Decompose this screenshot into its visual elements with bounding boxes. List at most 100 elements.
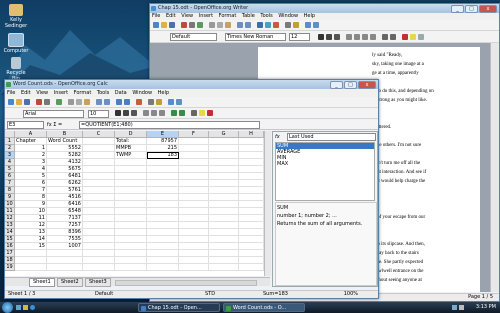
new-document-icon[interactable] [153,22,159,28]
undo-icon[interactable] [237,22,243,28]
cell-e18[interactable] [147,257,179,264]
row-header[interactable]: 17 [5,250,15,257]
cut-icon[interactable] [68,99,74,105]
row-header[interactable]: 3 [5,152,15,159]
justify-icon[interactable] [370,34,376,40]
menu-edit[interactable]: Edit [21,90,31,96]
underline-icon[interactable] [131,110,137,116]
cell-d11[interactable] [115,208,147,215]
cell-h14[interactable] [239,229,264,236]
bullets-icon[interactable] [390,34,396,40]
cell-c16[interactable] [83,243,115,250]
cell-g14[interactable] [209,229,239,236]
column-header[interactable]: B [47,131,83,138]
cell-f15[interactable] [179,236,209,243]
cell-d15[interactable] [115,236,147,243]
row-header[interactable]: 1 [5,138,15,145]
italic-icon[interactable] [326,34,332,40]
align-left-icon[interactable] [346,34,352,40]
open-folder-icon[interactable] [161,22,167,28]
cell-c8[interactable] [83,187,115,194]
spellcheck-icon[interactable] [197,22,203,28]
bold-icon[interactable] [318,34,324,40]
cell-f11[interactable] [179,208,209,215]
cell-a9[interactable]: 8 [15,194,47,201]
navigator-icon[interactable] [293,22,299,28]
cell-f5[interactable] [179,166,209,173]
cell-c12[interactable] [83,215,115,222]
cell-h4[interactable] [239,159,264,166]
font-size-box[interactable]: 10 [88,110,109,118]
cell-f19[interactable] [179,264,209,271]
cell-f10[interactable] [179,201,209,208]
cell-h6[interactable] [239,173,264,180]
currency-icon[interactable] [171,110,177,116]
cell-h1[interactable] [239,138,264,145]
cell-f3[interactable] [179,152,209,159]
cell-e6[interactable] [147,173,179,180]
cell-f16[interactable] [179,243,209,250]
cell-g3[interactable] [209,152,239,159]
font-name-box[interactable]: Arial [23,110,84,118]
font-color-icon[interactable] [402,34,408,40]
cell-c17[interactable] [83,250,115,257]
cell-d5[interactable] [115,166,147,173]
menu-file[interactable]: File [152,13,160,19]
zoom-icon[interactable] [168,99,174,105]
maximize-button[interactable]: □ [344,81,357,89]
cell-h8[interactable] [239,187,264,194]
selection-mode[interactable]: STD [205,291,215,298]
cell-d4[interactable] [115,159,147,166]
cell-d18[interactable] [115,257,147,264]
cell-a6[interactable]: 5 [15,173,47,180]
cell-h2[interactable] [239,145,264,152]
cell-b19[interactable] [47,264,83,271]
cell-g16[interactable] [209,243,239,250]
zoom-icon[interactable] [305,22,311,28]
cell-e17[interactable] [147,250,179,257]
cell-g19[interactable] [209,264,239,271]
cell-e7[interactable] [147,180,179,187]
cell-f6[interactable] [179,173,209,180]
cell-e2[interactable]: 215 [147,145,179,152]
close-button[interactable]: x [479,5,497,13]
align-center-icon[interactable] [151,110,157,116]
volume-icon[interactable] [459,305,464,310]
cell-b1[interactable]: Word Count [47,138,83,145]
writer-vertical-scrollbar[interactable] [490,43,499,292]
cell-b3[interactable]: 5282 [47,152,83,159]
column-header[interactable]: G [209,131,239,138]
cell-f7[interactable] [179,180,209,187]
cell-h5[interactable] [239,166,264,173]
row-header[interactable]: 6 [5,173,15,180]
spellcheck-icon[interactable] [56,99,62,105]
row-header[interactable]: 12 [5,215,15,222]
cell-h13[interactable] [239,222,264,229]
cell-c15[interactable] [83,236,115,243]
cell-d17[interactable] [115,250,147,257]
image-icon[interactable] [265,22,271,28]
find-icon[interactable] [285,22,291,28]
column-header[interactable]: E [147,131,179,138]
print-icon[interactable] [44,99,50,105]
name-box[interactable]: E3 [7,121,44,129]
minimize-button[interactable]: _ [451,5,464,13]
menu-tools[interactable]: Tools [260,13,272,19]
cell-e9[interactable] [147,194,179,201]
bold-icon[interactable] [115,110,121,116]
cell-f9[interactable] [179,194,209,201]
show-desktop-icon[interactable] [16,305,21,310]
cell-h18[interactable] [239,257,264,264]
cell-e4[interactable] [147,159,179,166]
menu-edit[interactable]: Edit [166,13,176,19]
cell-b11[interactable]: 6548 [47,208,83,215]
column-header[interactable]: A [15,131,47,138]
row-header[interactable]: 10 [5,201,15,208]
cell-g10[interactable] [209,201,239,208]
pdf-icon[interactable] [181,22,187,28]
folder-icon[interactable] [23,305,28,310]
cell-d7[interactable] [115,180,147,187]
paste-icon[interactable] [225,22,231,28]
cell-g15[interactable] [209,236,239,243]
cell-e10[interactable] [147,201,179,208]
